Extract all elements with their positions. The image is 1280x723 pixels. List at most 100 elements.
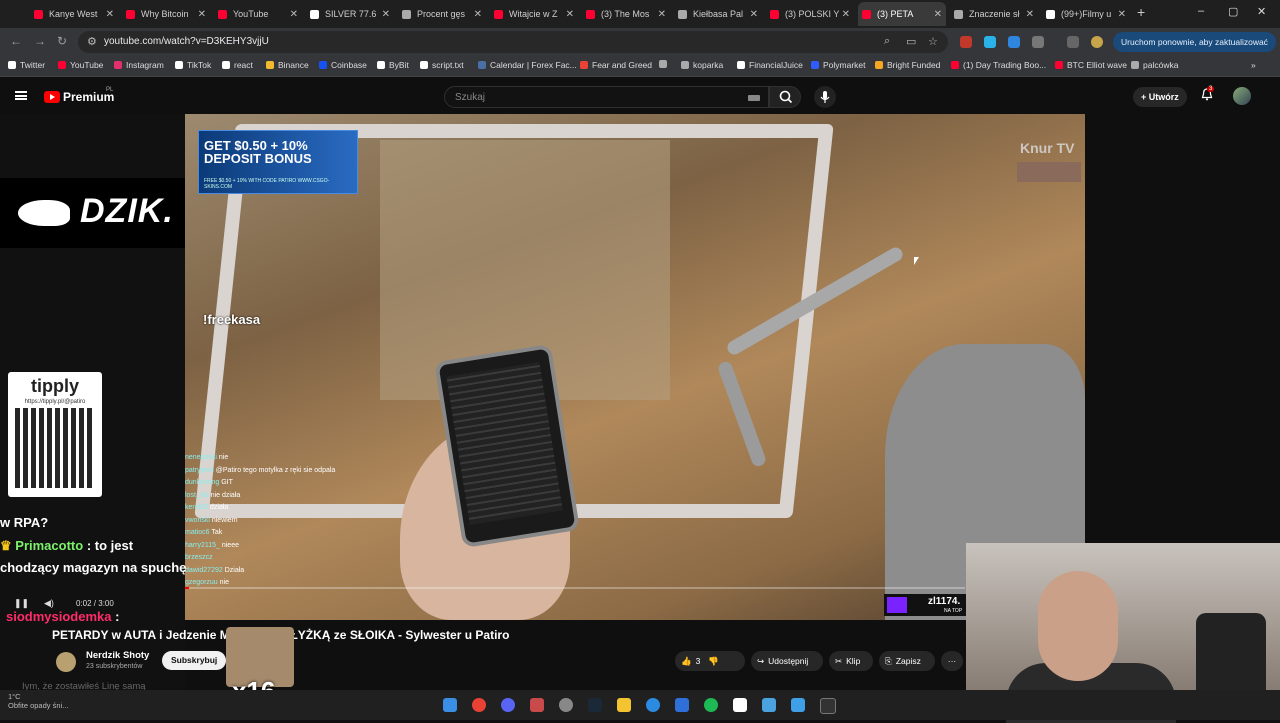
tab-close-icon[interactable]: ✕ bbox=[198, 9, 206, 20]
stream-chat-line: matioc6 Tak bbox=[185, 527, 365, 540]
bookmark-item[interactable]: FinancialJuice bbox=[737, 60, 803, 70]
tab-close-icon[interactable]: ✕ bbox=[382, 9, 390, 20]
subscribe-button[interactable]: Subskrybuj bbox=[162, 651, 227, 670]
app-icon[interactable] bbox=[646, 698, 660, 712]
search-page-icon[interactable]: ⌕ bbox=[884, 35, 890, 48]
app-icon[interactable] bbox=[559, 698, 573, 712]
browser-tab[interactable]: (3) PETA ✕ bbox=[858, 2, 946, 26]
windows-start-icon[interactable] bbox=[443, 698, 457, 712]
channel-name[interactable]: Nerdzik Shoty bbox=[86, 650, 149, 661]
bookmark-item[interactable]: TikTok bbox=[175, 60, 211, 70]
save-button[interactable]: ⎘ Zapisz bbox=[879, 651, 935, 671]
channel-avatar[interactable] bbox=[56, 652, 76, 672]
app-icon[interactable] bbox=[733, 698, 747, 712]
browser-tab[interactable]: Witajcie w Z ✕ bbox=[490, 2, 578, 26]
steam-icon[interactable] bbox=[588, 698, 602, 712]
browser-tab[interactable]: SILVER 77.6 ✕ bbox=[306, 2, 394, 26]
tab-close-icon[interactable]: ✕ bbox=[842, 9, 850, 20]
bookmark-item[interactable]: react bbox=[222, 60, 253, 70]
pause-icon[interactable]: ❚❚ bbox=[14, 598, 29, 609]
thumbs-up-icon[interactable]: 👍 bbox=[681, 651, 692, 671]
more-actions-button[interactable]: ··· bbox=[941, 651, 963, 671]
extension-icon[interactable] bbox=[1008, 36, 1020, 48]
bookmark-item[interactable]: script.txt bbox=[420, 60, 464, 70]
maximize-icon[interactable]: ▢ bbox=[1228, 5, 1238, 18]
tab-close-icon[interactable]: ✕ bbox=[750, 9, 758, 20]
close-window-icon[interactable]: ✕ bbox=[1257, 5, 1266, 18]
app-icon[interactable] bbox=[530, 698, 544, 712]
photos-icon[interactable] bbox=[791, 698, 805, 712]
bookmark-item[interactable]: Polymarket bbox=[811, 60, 866, 70]
bookmark-item[interactable]: BTC Elliot wave bbox=[1055, 60, 1127, 70]
tab-close-icon[interactable]: ✕ bbox=[934, 9, 942, 20]
bookmark-item[interactable]: YouTube bbox=[58, 60, 103, 70]
bookmark-star-icon[interactable]: ☆ bbox=[928, 35, 938, 48]
tab-close-icon[interactable]: ✕ bbox=[658, 9, 666, 20]
tab-close-icon[interactable]: ✕ bbox=[474, 9, 482, 20]
video-progress-bar[interactable] bbox=[185, 587, 965, 589]
bookmark-item[interactable]: Twitter bbox=[8, 60, 45, 70]
tab-close-icon[interactable]: ✕ bbox=[1026, 9, 1034, 20]
bookmark-item[interactable]: Calendar | Forex Fac... bbox=[478, 60, 577, 70]
bookmark-item[interactable]: (1) Day Trading Boo... bbox=[951, 60, 1046, 70]
search-input[interactable]: Szukaj bbox=[444, 86, 769, 108]
volume-icon[interactable]: ◀) bbox=[44, 598, 54, 609]
extensions-puzzle-icon[interactable] bbox=[1032, 36, 1044, 48]
new-tab-button[interactable]: + bbox=[1137, 4, 1145, 20]
browser-tab[interactable]: Why Bitcoin ✕ bbox=[122, 2, 210, 26]
browser-tab[interactable]: (3) The Mos ✕ bbox=[582, 2, 670, 26]
clip-button[interactable]: ✂ Klip bbox=[829, 651, 873, 671]
tab-close-icon[interactable]: ✕ bbox=[106, 9, 114, 20]
bookmark-item[interactable]: Bright Funded bbox=[875, 60, 940, 70]
discord-icon[interactable] bbox=[501, 698, 515, 712]
site-info-icon[interactable]: ⚙ bbox=[87, 35, 97, 48]
browser-tab[interactable]: (99+)Filmy u ✕ bbox=[1042, 2, 1130, 26]
tab-close-icon[interactable]: ✕ bbox=[1118, 9, 1126, 20]
keyboard-icon[interactable] bbox=[748, 95, 760, 101]
bookmark-item[interactable]: ByBit bbox=[377, 60, 409, 70]
cast-icon[interactable]: ▭ bbox=[906, 35, 916, 48]
chrome-icon[interactable] bbox=[472, 698, 486, 712]
search-button[interactable] bbox=[769, 86, 801, 108]
browser-tab[interactable]: Kiełbasa Pal ✕ bbox=[674, 2, 762, 26]
weather-widget[interactable]: 1°C Obfite opady śni... bbox=[8, 692, 68, 710]
bookmark-item[interactable]: palcówka bbox=[1131, 60, 1178, 70]
minimize-icon[interactable]: – bbox=[1198, 5, 1204, 17]
browser-tab[interactable]: Kanye West ✕ bbox=[30, 2, 118, 26]
tab-close-icon[interactable]: ✕ bbox=[290, 9, 298, 20]
more-bookmarks-icon[interactable]: » bbox=[1251, 60, 1256, 70]
app-icon[interactable] bbox=[675, 698, 689, 712]
tab-close-icon[interactable]: ✕ bbox=[566, 9, 574, 20]
update-button[interactable]: Uruchom ponownie, aby zaktualizować bbox=[1113, 32, 1276, 52]
extension-icon[interactable] bbox=[960, 36, 972, 48]
bookmark-item[interactable]: Coinbase bbox=[319, 60, 367, 70]
like-count[interactable]: 3 bbox=[696, 651, 701, 671]
omnibox[interactable]: ⚙ youtube.com/watch?v=D3KEHY3vjjU ⌕ ▭ ☆ bbox=[78, 31, 948, 53]
extension-icon[interactable] bbox=[984, 36, 996, 48]
browser-tab[interactable]: Procent gęs ✕ bbox=[398, 2, 486, 26]
reading-list-icon[interactable] bbox=[1067, 36, 1079, 48]
bookmark-item[interactable]: koparka bbox=[681, 60, 723, 70]
voice-search-button[interactable] bbox=[814, 86, 836, 108]
notepad-icon[interactable] bbox=[762, 698, 776, 712]
account-avatar[interactable] bbox=[1233, 87, 1251, 105]
bookmark-item[interactable] bbox=[659, 60, 671, 68]
create-button[interactable]: + Utwórz bbox=[1133, 87, 1187, 107]
terminal-icon[interactable] bbox=[820, 698, 836, 714]
back-icon[interactable]: ← bbox=[10, 34, 22, 48]
reload-icon[interactable]: ↻ bbox=[57, 34, 67, 48]
menu-icon[interactable] bbox=[15, 91, 27, 100]
browser-tab[interactable]: Znaczenie sł ✕ bbox=[950, 2, 1038, 26]
browser-tab[interactable]: (3) POLSKI Y ✕ bbox=[766, 2, 854, 26]
file-explorer-icon[interactable] bbox=[617, 698, 631, 712]
youtube-logo-icon[interactable] bbox=[44, 91, 60, 103]
browser-tab[interactable]: YouTube ✕ bbox=[214, 2, 302, 26]
forward-icon[interactable]: → bbox=[34, 34, 46, 48]
bookmark-item[interactable]: Fear and Greed bbox=[580, 60, 652, 70]
bookmark-item[interactable]: Binance bbox=[266, 60, 309, 70]
share-button[interactable]: ↪ Udostępnij bbox=[751, 651, 823, 671]
spotify-icon[interactable] bbox=[704, 698, 718, 712]
profile-icon[interactable] bbox=[1091, 36, 1103, 48]
thumbs-down-icon[interactable]: 👎 bbox=[708, 651, 719, 671]
bookmark-item[interactable]: Instagram bbox=[114, 60, 164, 70]
